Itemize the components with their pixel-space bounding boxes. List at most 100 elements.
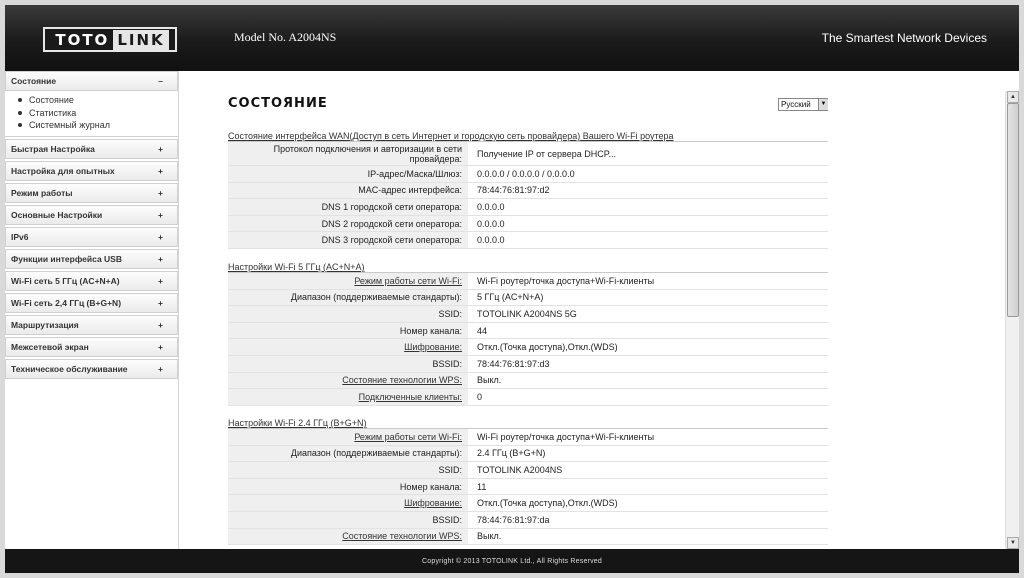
row-label: Диапазон (поддерживаемые стандарты): [228,445,468,462]
table-row: Номер канала: 11 [228,478,828,496]
row-label: IP-адрес/Маска/Шлюз: [228,166,468,182]
table-row: Режим работы сети Wi-Fi: Wi-Fi роутер/то… [228,429,828,446]
row-value: Получение IP от сервера DHCP... [477,148,617,159]
chevron-down-icon[interactable]: ▼ [818,99,828,110]
row-label: SSID: [228,462,468,478]
submenu-item-system-log[interactable]: Системный журнал [18,119,178,132]
main-content: СОСТОЯНИЕ Русский ▼ Состояние интерфейса… [228,71,828,549]
row-value: 44 [477,325,488,336]
sidebar-item-label: IPv6 [11,231,29,242]
row-value: 0.0.0.0 [477,201,505,212]
row-value: 78:44:76:81:97:d2 [477,185,550,196]
copyright-text: Copyright © 2013 TOTOLINK Ltd., All Righ… [422,557,602,565]
expand-icon: + [158,231,163,242]
expand-icon: + [158,275,163,286]
sidebar-item-routing[interactable]: Маршрутизация + [5,314,178,335]
wps-status-link[interactable]: Состояние технологии WPS: [228,372,468,389]
table-row: Номер канала: 44 [228,322,828,340]
scroll-up-arrow-icon[interactable]: ▲ [1007,91,1019,103]
sidebar-item-wifi-5ghz[interactable]: Wi-Fi сеть 5 ГГц (AC+N+A) + [5,270,178,291]
sidebar-item-operation-mode[interactable]: Режим работы + [5,182,178,203]
connected-clients-link[interactable]: Подключенные клиенты: [228,389,468,405]
sidebar-item-maintenance[interactable]: Техническое обслуживание + [5,358,178,379]
collapse-icon: – [158,76,163,86]
row-label: Номер канала: [228,478,468,495]
row-value: 2.4 ГГц (B+G+N) [477,448,546,459]
table-row: Диапазон (поддерживаемые стандарты): 2.4… [228,445,828,463]
wifi-24ghz-section: Настройки Wi-Fi 2.4 ГГц (B+G+N) Режим ра… [228,418,828,546]
sidebar-item-label: Настройка для опытных [11,165,115,176]
section-title: Настройки Wi-Fi 5 ГГц (AC+N+A) [228,262,828,273]
row-label: Протокол подключения и авторизации в сет… [228,142,468,165]
vertical-scrollbar[interactable]: ▲ ▼ [1005,91,1019,549]
row-label: DNS 1 городской сети оператора: [228,199,468,215]
row-label: DNS 2 городской сети оператора: [228,215,468,232]
sidebar-item-firewall[interactable]: Межсетевой экран + [5,336,178,357]
language-select[interactable]: Русский ▼ [778,98,828,111]
table-row: Шифрование: Откл.(Точка доступа),Откл.(W… [228,495,828,512]
encryption-link[interactable]: Шифрование: [228,339,468,355]
sidebar-item-wifi-24ghz[interactable]: Wi-Fi сеть 2,4 ГГц (B+G+N) + [5,292,178,313]
submenu-item-status[interactable]: Состояние [18,94,178,107]
sidebar-item-label: Функции интерфейса USB [11,253,122,264]
wps-status-link[interactable]: Состояние технологии WPS: [228,528,468,545]
table-row: Состояние технологии WPS: Выкл. [228,528,828,546]
table-row: MAC-адрес интерфейса: 78:44:76:81:97:d2 [228,182,828,200]
table-row: SSID: TOTOLINK A2004NS [228,462,828,479]
row-value: TOTOLINK A2004NS [477,464,563,475]
wifi-mode-link[interactable]: Режим работы сети Wi-Fi: [228,429,468,445]
expand-icon: + [158,143,163,154]
sidebar-menu: Состояние – Состояние Статистика Системн… [5,71,179,549]
row-value: Выкл. [477,531,502,542]
expand-icon: + [158,165,163,176]
sidebar-item-label: Техническое обслуживание [11,363,128,374]
sidebar-item-label: Wi-Fi сеть 5 ГГц (AC+N+A) [11,275,120,286]
expand-icon: + [158,297,163,308]
language-selected: Русский [781,100,811,109]
row-value: 0.0.0.0 [477,218,505,229]
totolink-logo[interactable]: TOTO LINK [43,27,177,52]
row-value: Выкл. [477,375,502,386]
sidebar-item-label: Состояние [11,76,57,86]
row-value: Откл.(Точка доступа),Откл.(WDS) [477,342,618,353]
row-label: BSSID: [228,355,468,372]
row-value: 11 [477,481,487,492]
sidebar-item-label: Межсетевой экран [11,341,89,352]
expand-icon: + [158,319,163,330]
page-title: СОСТОЯНИЕ [228,96,328,111]
row-label: MAC-адрес интерфейса: [228,182,468,199]
encryption-link[interactable]: Шифрование: [228,495,468,511]
table-row: BSSID: 78:44:76:81:97:da [228,511,828,529]
sidebar-item-usb[interactable]: Функции интерфейса USB + [5,248,178,269]
submenu-item-statistics[interactable]: Статистика [18,107,178,120]
scroll-down-arrow-icon[interactable]: ▼ [1007,537,1019,549]
expand-icon: + [158,341,163,352]
row-label: SSID: [228,306,468,322]
row-label: Диапазон (поддерживаемые стандарты): [228,289,468,306]
wifi-mode-link[interactable]: Режим работы сети Wi-Fi: [228,273,468,289]
table-row: Подключенные клиенты: 0 [228,389,828,406]
top-header: TOTO LINK Model No. A2004NS The Smartest… [5,5,1019,71]
sidebar-item-quick-setup[interactable]: Быстрая Настройка + [5,138,178,159]
table-row: DNS 1 городской сети оператора: 0.0.0.0 [228,199,828,216]
table-row: Протокол подключения и авторизации в сет… [228,142,828,166]
logo-text-right: LINK [113,29,169,50]
row-value: Wi-Fi роутер/точка доступа+Wi-Fi-клиенты [477,431,655,442]
wifi-5ghz-section: Настройки Wi-Fi 5 ГГц (AC+N+A) Режим раб… [228,262,828,406]
table-row: Шифрование: Откл.(Точка доступа),Откл.(W… [228,339,828,356]
sidebar-item-label: Маршрутизация [11,319,79,330]
row-value: Wi-Fi роутер/точка доступа+Wi-Fi-клиенты [477,275,655,286]
sidebar-item-advanced-setup[interactable]: Настройка для опытных + [5,160,178,181]
table-row: DNS 3 городской сети оператора: 0.0.0.0 [228,232,828,249]
row-value: 0.0.0.0 / 0.0.0.0 / 0.0.0.0 [477,168,575,179]
sidebar-item-status[interactable]: Состояние – [5,71,178,91]
sidebar-item-basic-settings[interactable]: Основные Настройки + [5,204,178,225]
sidebar-item-label: Основные Настройки [11,209,103,220]
table-row: Состояние технологии WPS: Выкл. [228,372,828,390]
sidebar-item-ipv6[interactable]: IPv6 + [5,226,178,247]
row-label: BSSID: [228,511,468,528]
logo-text-left: TOTO [55,30,110,49]
scrollbar-thumb[interactable] [1007,103,1019,317]
row-label: DNS 3 городской сети оператора: [228,232,468,248]
row-value: 0.0.0.0 [477,235,505,246]
